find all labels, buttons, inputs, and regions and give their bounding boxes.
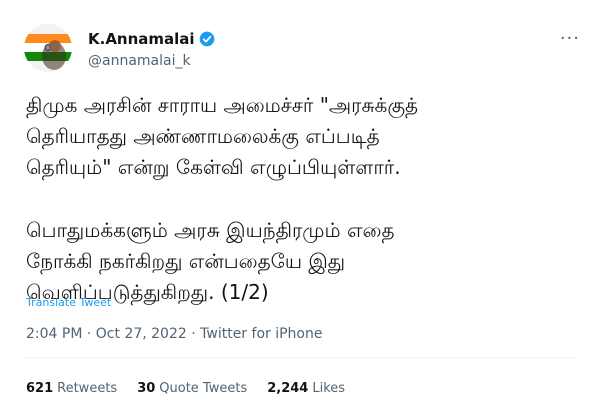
tweet-time[interactable]: 2:04 PM · Oct 27, 2022: [26, 326, 187, 342]
more-icon[interactable]: ···: [560, 28, 580, 49]
verified-badge-icon: [199, 31, 215, 47]
translate-tweet-link[interactable]: Translate Tweet: [26, 296, 111, 309]
tweet-meta: 2:04 PM · Oct 27, 2022 · Twitter for iPh…: [26, 326, 322, 342]
tweet-line: திமுக அரசின் சாராய அமைச்சர் "அரசுக்குத்: [26, 93, 419, 117]
avatar-image: [24, 24, 72, 72]
tweet-source[interactable]: Twitter for iPhone: [200, 326, 322, 342]
quote-tweets-stat[interactable]: 30 Quote Tweets: [137, 381, 247, 396]
tweet-card: K.Annamalai @annamalai_k ··· திமுக அரசின…: [0, 0, 600, 408]
retweets-stat[interactable]: 621 Retweets: [26, 381, 117, 396]
tweet-line: தெரியும்" என்று கேள்வி எழுப்பியுள்ளார்.: [26, 155, 401, 179]
tweet-stats: 621 Retweets 30 Quote Tweets 2,244 Likes: [26, 381, 345, 396]
tweet-text: திமுக அரசின் சாராய அமைச்சர் "அரசுக்குத் …: [26, 90, 586, 308]
divider: [24, 357, 576, 358]
tweet-line: பொதுமக்களும் அரசு இயந்திரமும் எதை: [26, 218, 395, 242]
author-handle[interactable]: @annamalai_k: [88, 53, 191, 69]
tweet-line: நோக்கி நகர்கிறது என்பதையே இது: [26, 249, 346, 273]
author-name[interactable]: K.Annamalai: [88, 30, 195, 48]
author-row: K.Annamalai: [88, 30, 215, 48]
meta-separator: ·: [191, 326, 196, 342]
tweet-line: தெரியாதது அண்ணாமலைக்கு எப்படித்: [26, 124, 380, 148]
likes-stat[interactable]: 2,244 Likes: [267, 381, 345, 396]
avatar[interactable]: [24, 24, 72, 72]
